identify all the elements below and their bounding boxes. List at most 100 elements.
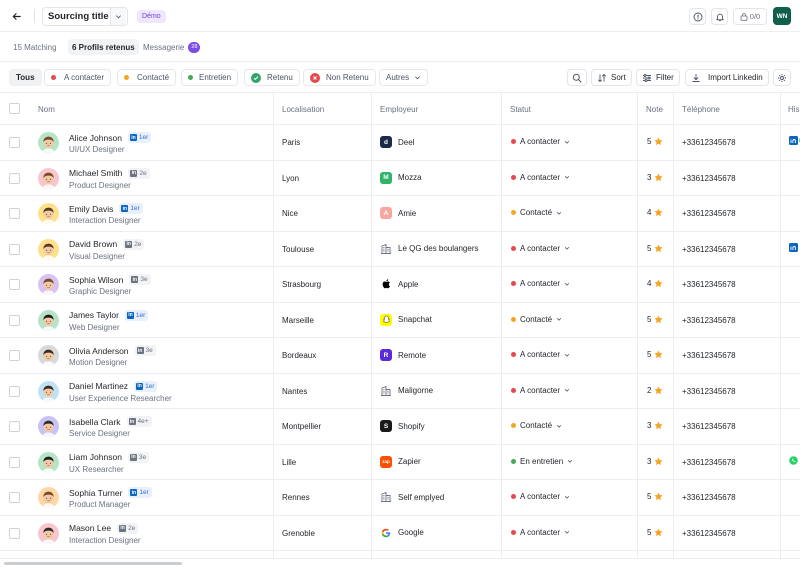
status-dropdown[interactable]: A contacter (511, 350, 570, 359)
table-row[interactable]: Sophia Wilson in 3e Graphic Designer Str… (0, 267, 800, 303)
credits-counter[interactable]: 0/0 (733, 8, 767, 25)
candidate-name[interactable]: Liam Johnson (69, 452, 122, 462)
row-checkbox[interactable] (9, 527, 20, 539)
candidate-rating[interactable]: 2 (647, 386, 663, 395)
row-checkbox[interactable] (9, 279, 20, 290)
whatsapp-icon[interactable] (789, 455, 798, 467)
search-button[interactable] (567, 69, 587, 86)
filter-retenu[interactable]: Retenu (244, 69, 300, 86)
row-checkbox[interactable] (9, 350, 20, 361)
status-dropdown[interactable]: A contacter (511, 137, 570, 146)
candidate-phone[interactable]: +33612345678 (682, 387, 736, 396)
row-checkbox[interactable] (9, 456, 20, 468)
candidate-name[interactable]: Daniel Martinez (69, 381, 128, 391)
avatar[interactable] (38, 380, 59, 402)
avatar[interactable] (38, 487, 59, 508)
avatar[interactable] (38, 451, 59, 473)
column-header-location[interactable]: Localisation (282, 93, 324, 125)
avatar[interactable] (38, 238, 59, 260)
filter-entretien[interactable]: Entretien (181, 69, 239, 86)
help-icon[interactable] (689, 8, 706, 25)
filter-non-retenu[interactable]: Non Retenu (303, 69, 376, 86)
user-avatar[interactable]: WN (773, 7, 791, 25)
status-dropdown[interactable]: A contacter (511, 173, 570, 182)
candidate-name[interactable]: Mason Lee (69, 523, 111, 533)
avatar[interactable] (38, 274, 59, 295)
horizontal-scrollbar[interactable] (4, 562, 182, 565)
status-dropdown[interactable]: En entretien (511, 457, 573, 466)
candidate-rating[interactable]: 4 (647, 208, 663, 217)
bell-icon[interactable] (711, 8, 728, 25)
candidate-phone[interactable]: +33612345678 (682, 493, 736, 502)
candidate-phone[interactable]: +33612345678 (682, 174, 736, 183)
status-dropdown[interactable]: A contacter (511, 528, 570, 537)
linkedin-icon[interactable] (789, 242, 798, 254)
chevron-down-icon[interactable] (110, 8, 126, 25)
candidate-phone[interactable]: +33612345678 (682, 209, 736, 218)
table-row[interactable]: Alice Johnson in 1er UI/UX Designer Pari… (0, 125, 800, 161)
candidate-phone[interactable]: +33612345678 (682, 458, 736, 467)
status-dropdown[interactable]: A contacter (511, 492, 570, 501)
filter-autres-dropdown[interactable]: Autres (379, 69, 429, 86)
status-dropdown[interactable]: Contacté (511, 421, 562, 430)
row-checkbox[interactable] (9, 314, 20, 326)
avatar[interactable] (38, 132, 59, 153)
column-header-name[interactable]: Nom (38, 93, 55, 125)
filter-button[interactable]: Filter (636, 69, 680, 86)
candidate-rating[interactable]: 5 (647, 244, 663, 253)
tab-messagerie[interactable]: Messagerie 28 (139, 39, 204, 55)
candidate-phone[interactable]: +33612345678 (682, 316, 736, 325)
table-row[interactable]: David Brown in 2e Visual Designer Toulou… (0, 232, 800, 267)
candidate-name[interactable]: Alice Johnson (69, 133, 122, 143)
filter-all[interactable]: Tous (9, 69, 42, 86)
filter-contacte[interactable]: Contacté (117, 69, 177, 86)
avatar[interactable] (38, 167, 59, 189)
candidate-phone[interactable]: +33612345678 (682, 138, 736, 147)
candidate-phone[interactable]: +33612345678 (682, 280, 736, 289)
candidate-rating[interactable]: 3 (647, 421, 663, 430)
row-checkbox[interactable] (9, 421, 20, 432)
candidate-rating[interactable]: 3 (647, 457, 663, 466)
table-row[interactable]: Michael Smith in 2e Product Designer Lyo… (0, 161, 800, 196)
table-row[interactable]: Mason Lee in 2e Interaction Designer Gre… (0, 516, 800, 551)
candidate-rating[interactable]: 5 (647, 492, 663, 501)
candidate-name[interactable]: Sophia Turner (69, 488, 122, 498)
status-dropdown[interactable]: Contacté (511, 208, 562, 217)
avatar[interactable] (38, 416, 59, 437)
linkedin-icon[interactable] (789, 136, 798, 147)
table-row[interactable]: Sophia Turner in 1er Product Manager Ren… (0, 480, 800, 516)
select-all-checkbox[interactable] (9, 103, 20, 114)
candidate-name[interactable]: David Brown (69, 239, 117, 249)
avatar[interactable] (38, 203, 59, 224)
candidate-rating[interactable]: 5 (647, 315, 663, 324)
row-checkbox[interactable] (9, 243, 20, 255)
candidate-name[interactable]: Olivia Anderson (69, 346, 129, 356)
sourcing-title-selector[interactable]: Sourcing title (42, 7, 128, 26)
table-row[interactable]: Liam Johnson in 3e UX Researcher Lille z… (0, 445, 800, 480)
candidate-rating[interactable]: 5 (647, 137, 663, 146)
candidate-phone[interactable]: +33612345678 (682, 422, 736, 431)
candidate-rating[interactable]: 5 (647, 528, 663, 537)
column-header-phone[interactable]: Téléphone (682, 93, 720, 125)
settings-button[interactable] (773, 69, 791, 86)
candidate-rating[interactable]: 5 (647, 350, 663, 359)
status-dropdown[interactable]: A contacter (511, 244, 570, 253)
sourcing-title[interactable]: Sourcing title (43, 11, 110, 22)
candidate-phone[interactable]: +33612345678 (682, 529, 736, 538)
tab-profils-retenus[interactable]: 6 Profils retenus (68, 39, 139, 55)
row-checkbox[interactable] (9, 208, 20, 219)
row-checkbox[interactable] (9, 137, 20, 148)
table-row[interactable]: Emily Davis in 1er Interaction Designer … (0, 196, 800, 232)
candidate-phone[interactable]: +33612345678 (682, 351, 736, 360)
sort-button[interactable]: Sort (591, 69, 632, 86)
table-row[interactable]: Isabella Clark in 4e+ Service Designer M… (0, 409, 800, 445)
row-checkbox[interactable] (9, 172, 20, 184)
column-header-employer[interactable]: Employeur (380, 93, 418, 125)
avatar[interactable] (38, 522, 59, 544)
candidate-name[interactable]: Emily Davis (69, 204, 113, 214)
tab-matching[interactable]: 15 Matching (9, 39, 61, 55)
candidate-rating[interactable]: 3 (647, 173, 663, 182)
status-dropdown[interactable]: A contacter (511, 279, 570, 288)
column-header-note[interactable]: Note (646, 93, 663, 125)
column-header-status[interactable]: Statut (510, 93, 531, 125)
